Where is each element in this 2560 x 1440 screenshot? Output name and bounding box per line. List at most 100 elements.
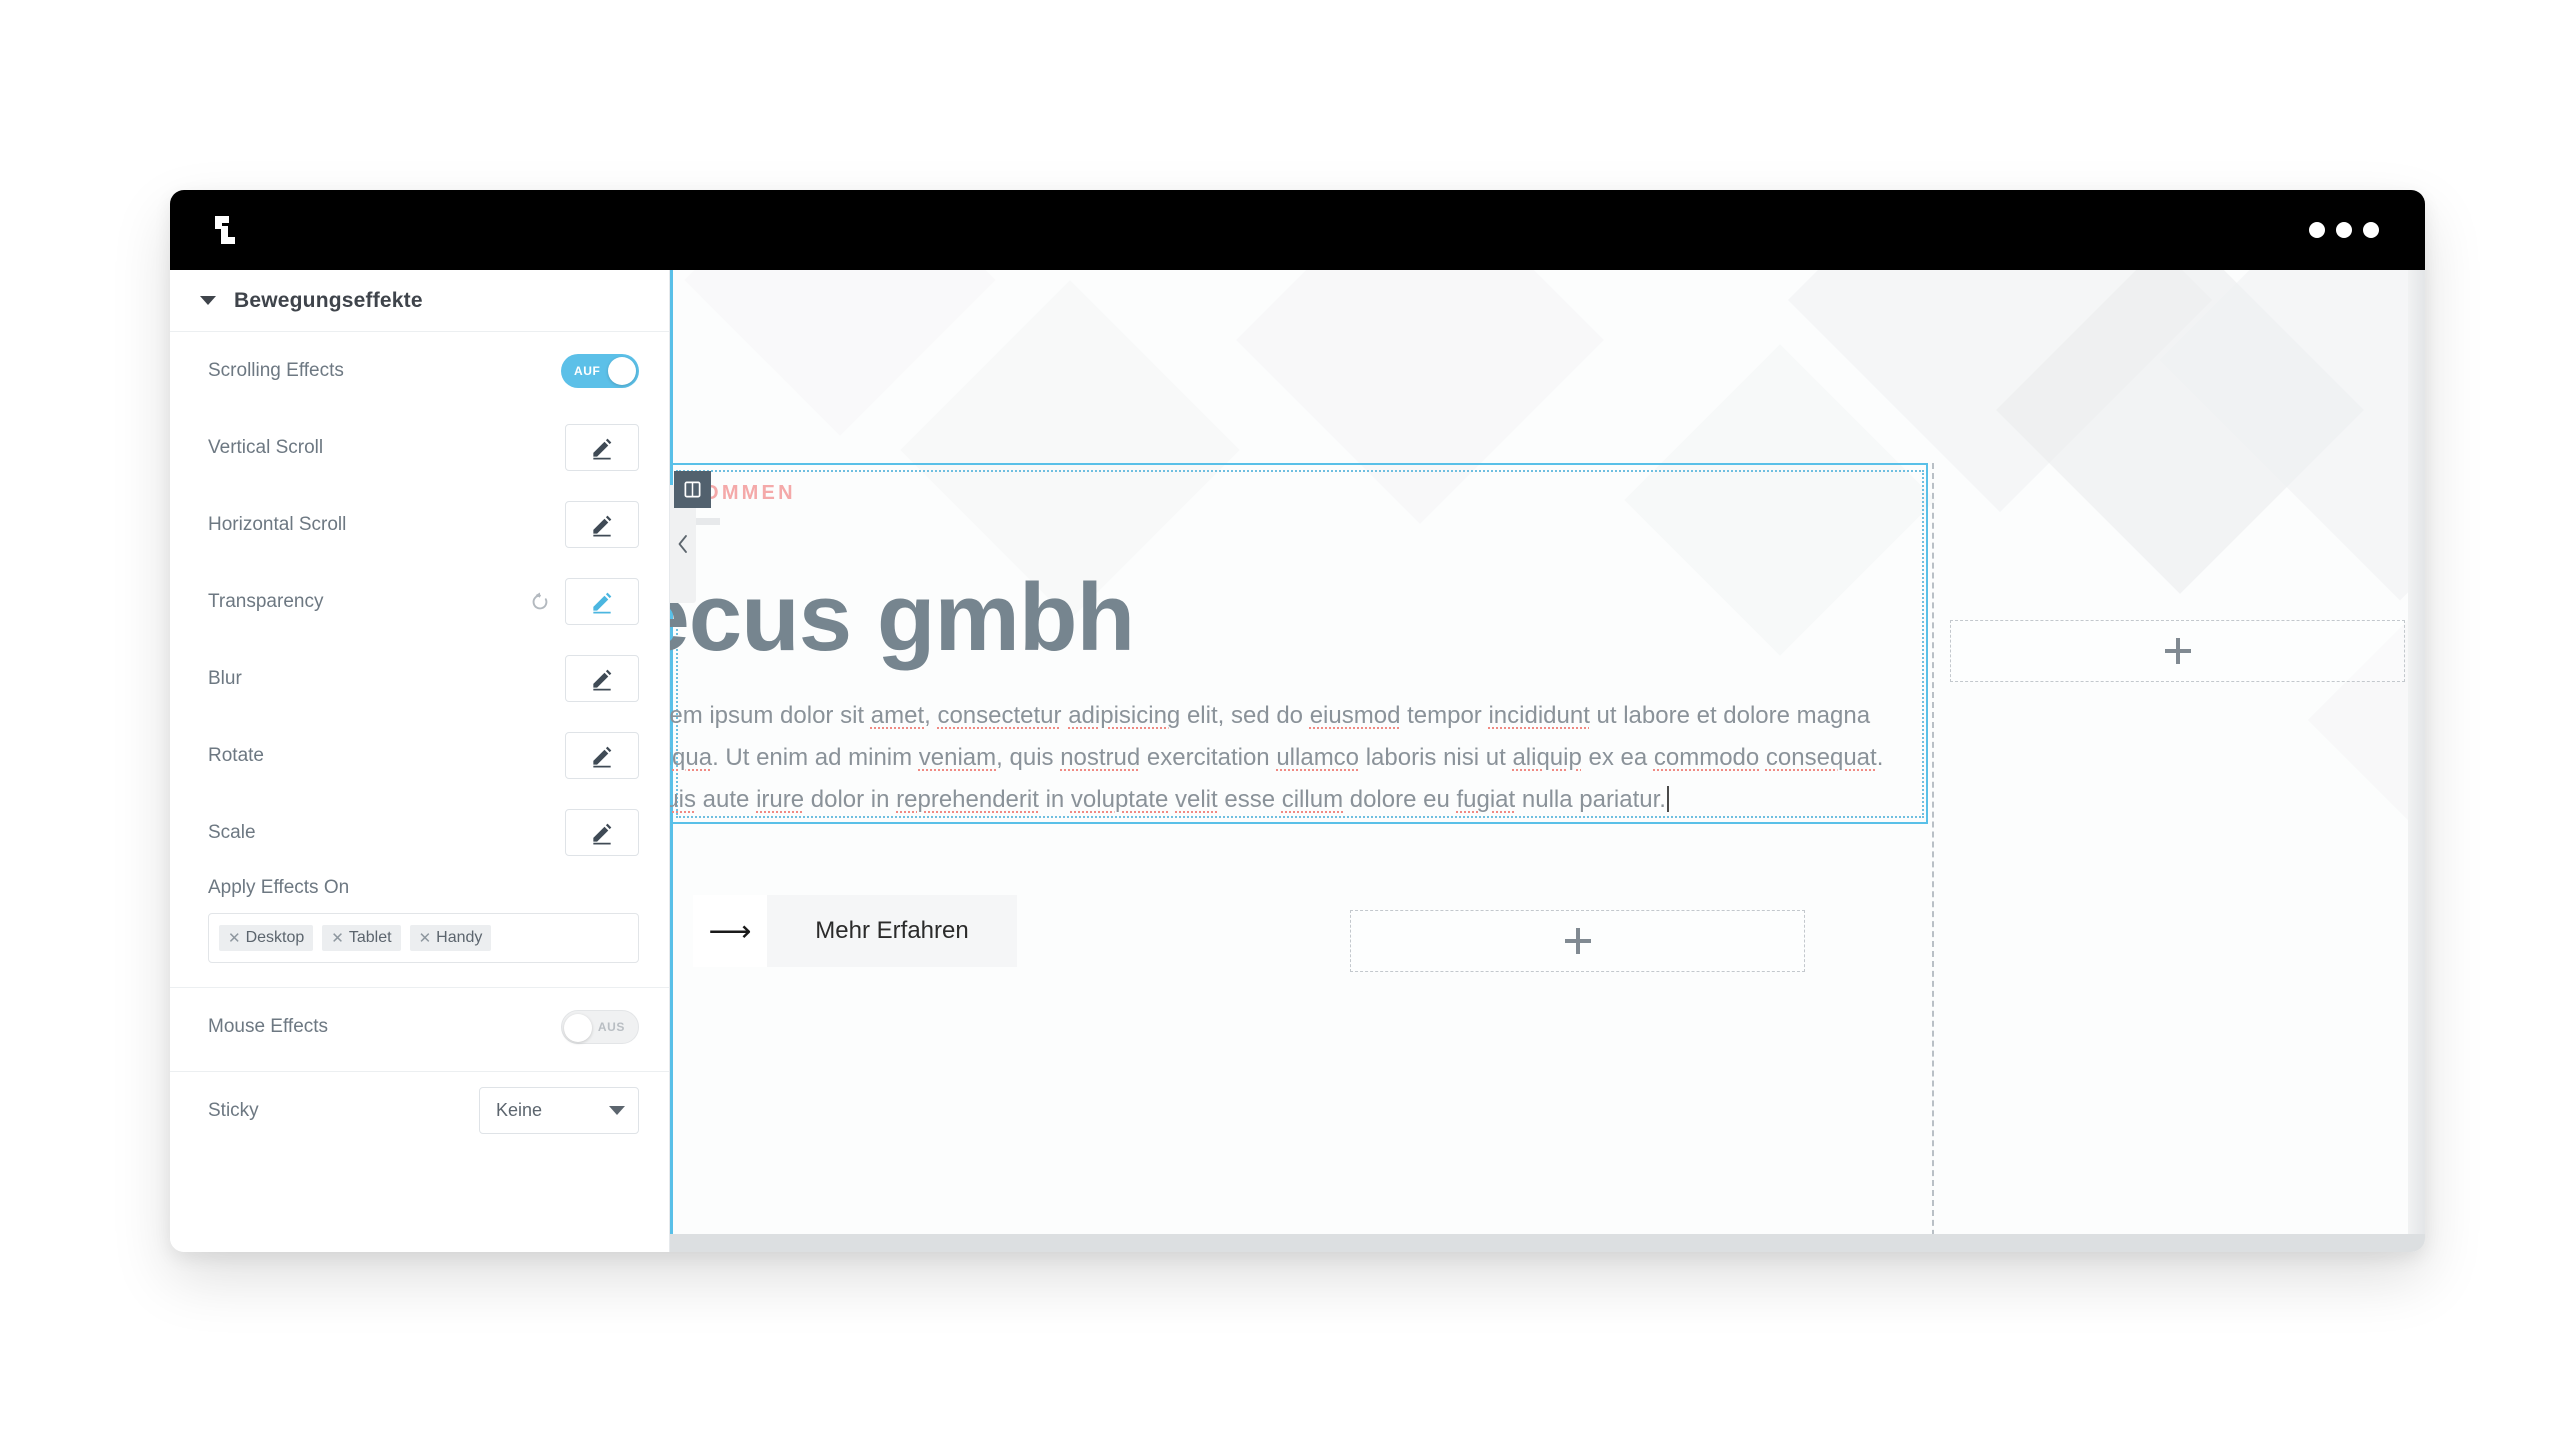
row-horizontal-scroll: Horizontal Scroll (170, 486, 669, 563)
p-text (1759, 744, 1766, 771)
p-text: , quis (996, 744, 1061, 771)
pencil-icon (593, 438, 612, 459)
p-text: ex ea (1581, 744, 1654, 771)
row-label: Scrolling Effects (208, 359, 344, 381)
plus-icon (2164, 638, 2191, 664)
p-text (1168, 786, 1175, 813)
tag-label: Tablet (348, 929, 392, 946)
row-controls: Keine (479, 1087, 639, 1134)
row-label: Rotate (208, 744, 264, 766)
row-controls (565, 655, 639, 702)
toggle-state-label: AUF (574, 363, 601, 378)
chevron-left-icon (678, 535, 687, 553)
row-scale: Scale (170, 794, 669, 871)
hero-paragraph[interactable]: orem ipsum dolor sit amet, consectetur a… (670, 695, 1923, 821)
pencil-icon (593, 669, 612, 690)
row-rotate: Rotate (170, 717, 669, 794)
app-window: Bewegungseffekte Scrolling Effects AUF V… (170, 190, 2425, 1252)
horizontal-scroll-edit-button[interactable] (565, 501, 639, 548)
vertical-scroll-edit-button[interactable] (565, 424, 639, 471)
plus-icon (1564, 928, 1591, 954)
p-text: . (1876, 744, 1884, 771)
hero-headline[interactable]: recus gmbh (670, 570, 1135, 666)
row-label: Transparency (208, 590, 324, 612)
spellcheck-word: cillum (1281, 786, 1344, 813)
row-label: Vertical Scroll (208, 436, 324, 458)
row-controls (565, 809, 639, 856)
sticky-selected-value: Keine (496, 1100, 543, 1120)
spellcheck-word: eiusmod (1309, 702, 1401, 729)
settings-panel: Bewegungseffekte Scrolling Effects AUF V… (170, 270, 670, 1252)
scrolling-effects-toggle[interactable]: AUF (561, 353, 639, 388)
apply-effects-tag-input[interactable]: ✕ Desktop ✕ Tablet ✕ Handy (208, 913, 639, 963)
row-label: Mouse Effects (208, 1015, 329, 1037)
row-controls (565, 732, 639, 779)
reset-circular-arrow-icon[interactable] (529, 591, 551, 613)
close-x-icon[interactable]: ✕ (331, 931, 344, 946)
add-widget-right-placeholder[interactable] (1950, 620, 2405, 682)
menu-dot-1 (2309, 222, 2325, 238)
row-controls (565, 501, 639, 548)
spellcheck-word: reprehenderit (896, 786, 1039, 813)
menu-dot-2 (2336, 222, 2352, 238)
scale-edit-button[interactable] (565, 809, 639, 856)
p-text: elit, sed do (1180, 702, 1310, 729)
panel-section-header[interactable]: Bewegungseffekte (170, 270, 669, 332)
p-text: dolore eu (1343, 786, 1457, 813)
toggle-knob (608, 356, 636, 385)
pencil-icon (593, 746, 612, 767)
elementor-z-logo-icon[interactable] (207, 212, 247, 250)
row-label: Blur (208, 667, 242, 689)
close-x-icon[interactable]: ✕ (228, 931, 241, 946)
tag-desktop[interactable]: ✕ Desktop (219, 925, 314, 951)
spellcheck-word: commodo (1653, 744, 1760, 771)
pencil-icon (593, 592, 612, 613)
spellcheck-word: consequat (1765, 744, 1877, 771)
spellcheck-word: aliqua (670, 744, 713, 771)
tag-tablet[interactable]: ✕ Tablet (322, 925, 401, 951)
row-mouse-effects: Mouse Effects AUS (170, 988, 669, 1065)
spellcheck-word: aliquip (1512, 744, 1582, 771)
row-controls (565, 424, 639, 471)
caret-down-icon (200, 296, 216, 305)
spellcheck-word: nostrud (1060, 744, 1141, 771)
tag-handy[interactable]: ✕ Handy (409, 925, 492, 951)
page-preview-canvas[interactable]: LKOMMEN recus gmbh orem ipsum dolor sit … (670, 270, 2425, 1252)
canvas-scrollbar[interactable] (2408, 270, 2425, 1252)
close-x-icon[interactable]: ✕ (419, 931, 432, 946)
row-label: Horizontal Scroll (208, 513, 347, 535)
blur-edit-button[interactable] (565, 655, 639, 702)
canvas-bottom-strip (670, 1234, 2425, 1252)
p-text: . Ut enim ad minim (712, 744, 919, 771)
p-text: esse (1217, 786, 1282, 813)
panel-section-title: Bewegungseffekte (234, 288, 423, 312)
row-transparency: Transparency (170, 563, 669, 640)
rotate-edit-button[interactable] (565, 732, 639, 779)
row-vertical-scroll: Vertical Scroll (170, 409, 669, 486)
apply-effects-on-block: Apply Effects On ✕ Desktop ✕ Tablet ✕ Ha… (170, 871, 669, 981)
row-label: Scale (208, 821, 256, 843)
mouse-effects-toggle[interactable]: AUS (561, 1009, 639, 1044)
row-sticky: Sticky Keine (170, 1072, 669, 1149)
text-cursor (1666, 786, 1669, 812)
apply-effects-on-label: Apply Effects On (208, 877, 350, 898)
arrow-right-icon[interactable]: ⟶ (693, 895, 767, 967)
column-layout-icon[interactable] (674, 471, 711, 508)
spellcheck-word: fugiat (1456, 786, 1516, 813)
p-text: laboris nisi ut (1359, 744, 1513, 771)
spellcheck-word: veniam (918, 744, 997, 771)
spellcheck-word: voluptate (1070, 786, 1169, 813)
sticky-select[interactable]: Keine (479, 1087, 639, 1134)
p-text: , (924, 702, 938, 729)
window-menu-dots[interactable] (2309, 222, 2379, 238)
mehr-erfahren-button[interactable]: Mehr Erfahren (767, 895, 1017, 967)
p-text: ut labore et dolore magna (1589, 702, 1871, 729)
transparency-edit-button[interactable] (565, 578, 639, 625)
p-text: aute (696, 786, 757, 813)
spellcheck-word: velit (1175, 786, 1218, 813)
spellcheck-word: consectetur (937, 702, 1062, 729)
spellcheck-word: irure (756, 786, 805, 813)
row-controls: AUS (561, 1009, 639, 1044)
row-controls (529, 578, 639, 625)
spellcheck-word: adipisicing (1068, 702, 1181, 729)
